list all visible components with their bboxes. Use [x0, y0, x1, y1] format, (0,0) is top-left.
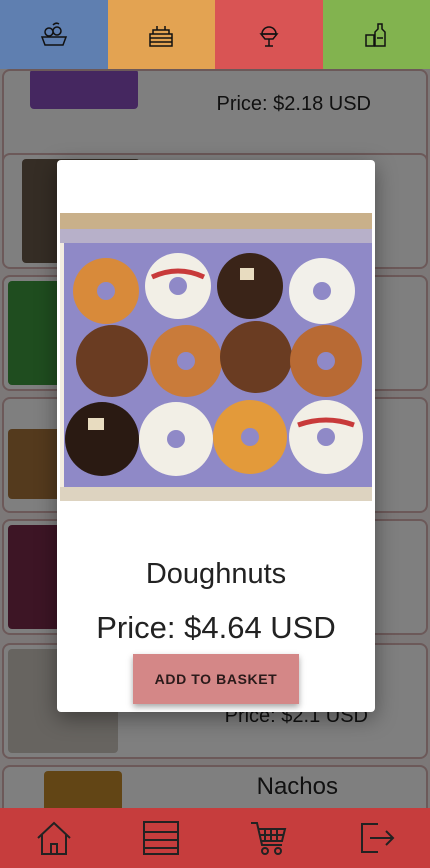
home-icon — [37, 821, 71, 855]
nav-cart[interactable] — [239, 808, 299, 868]
fruit-basket-icon — [40, 21, 67, 46]
category-bar — [0, 0, 430, 69]
category-cakes[interactable] — [107, 0, 215, 69]
category-drinks[interactable] — [322, 0, 430, 69]
logout-icon — [361, 823, 395, 853]
product-modal: Doughnuts Price: $4.64 USD ADD TO BASKET — [57, 160, 375, 712]
bottom-nav — [0, 808, 430, 868]
nav-menu[interactable] — [131, 808, 191, 868]
menu-list-icon — [143, 821, 180, 855]
cart-icon — [250, 822, 287, 855]
modal-product-price: Price: $4.64 USD — [96, 610, 336, 645]
doughnuts-image — [60, 213, 372, 501]
modal-product-name: Doughnuts — [145, 558, 287, 590]
ice-cream-icon — [259, 25, 279, 47]
drinks-icon — [365, 22, 386, 47]
cake-icon — [149, 25, 173, 47]
add-to-basket-button[interactable]: ADD TO BASKET — [133, 654, 299, 704]
category-ice-cream[interactable] — [215, 0, 323, 69]
nav-home[interactable] — [24, 808, 84, 868]
nav-logout[interactable] — [346, 808, 406, 868]
category-fruit[interactable] — [0, 0, 108, 69]
